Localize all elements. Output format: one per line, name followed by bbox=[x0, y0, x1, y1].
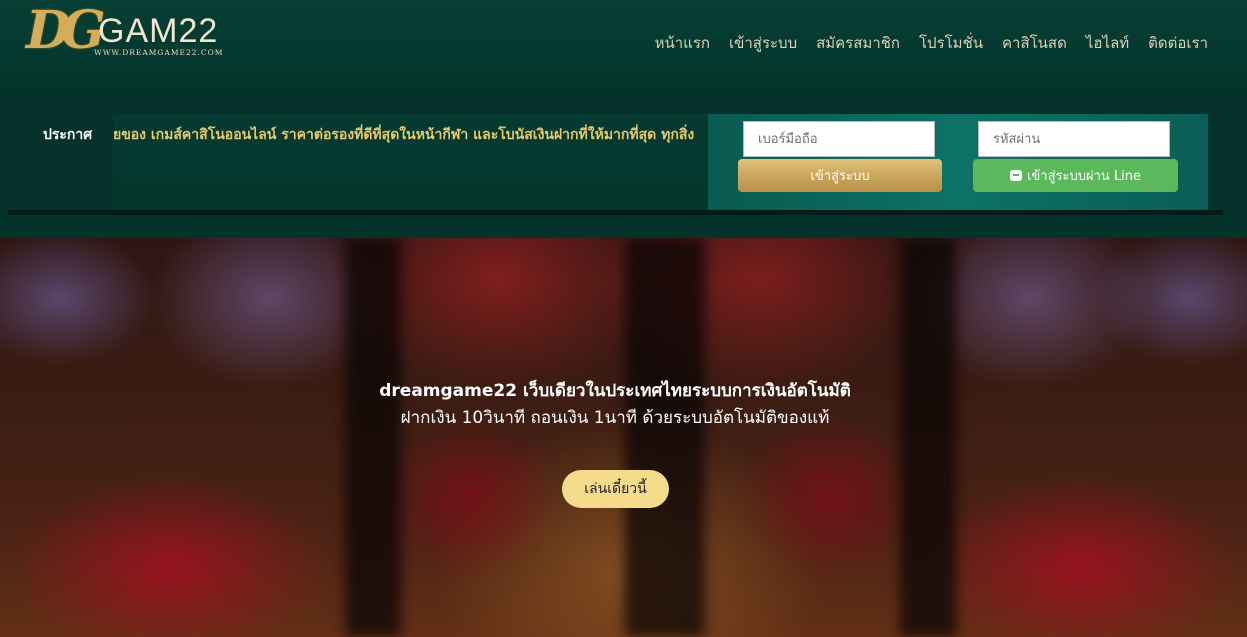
phone-input[interactable] bbox=[743, 121, 935, 157]
line-chat-icon bbox=[1009, 170, 1022, 181]
logo-monogram: DG bbox=[26, 0, 105, 61]
nav-login[interactable]: เข้าสู่ระบบ bbox=[729, 31, 797, 55]
nav-promotions[interactable]: โปรโมชั่น bbox=[919, 31, 983, 55]
line-login-button[interactable]: เข้าสู่ระบบผ่าน Line bbox=[973, 159, 1178, 192]
announcement-label: ประกาศ bbox=[43, 127, 93, 143]
site-logo[interactable]: DG GAM22 WWW.DREAMGAME22.COM bbox=[24, 0, 254, 80]
top-header: DG GAM22 WWW.DREAMGAME22.COM หน้าแรก เข้… bbox=[0, 0, 1247, 92]
announcement-text: ยของ เกมส์คาสิโนออนไลน์ ราคาต่อรองที่ดีท… bbox=[113, 127, 695, 143]
divider bbox=[8, 210, 1223, 215]
password-input[interactable] bbox=[978, 121, 1170, 157]
nav-live-casino[interactable]: คาสิโนสด bbox=[1002, 31, 1067, 55]
hero-overlay bbox=[0, 238, 1247, 637]
main-nav: หน้าแรก เข้าสู่ระบบ สมัครสมาชิก โปรโมชั่… bbox=[655, 31, 1208, 55]
login-panel: เข้าสู่ระบบ เข้าสู่ระบบผ่าน Line bbox=[708, 114, 1208, 210]
nav-highlights[interactable]: ไฮไลท์ bbox=[1086, 31, 1129, 55]
hero-title: dreamgame22 เว็บเดียวในประเทศไทยระบบการเ… bbox=[379, 381, 851, 401]
logo-url: WWW.DREAMGAME22.COM bbox=[94, 48, 224, 57]
announcement-band: ประกาศ ยของ เกมส์คาสิโนออนไลน์ ราคาต่อรอ… bbox=[0, 92, 1247, 238]
login-button[interactable]: เข้าสู่ระบบ bbox=[738, 159, 942, 192]
nav-contact[interactable]: ติดต่อเรา bbox=[1148, 31, 1208, 55]
line-login-label: เข้าสู่ระบบผ่าน Line bbox=[1026, 169, 1142, 184]
nav-home[interactable]: หน้าแรก bbox=[655, 31, 710, 55]
hero-banner: dreamgame22 เว็บเดียวในประเทศไทยระบบการเ… bbox=[0, 238, 1247, 637]
announcement-marquee: ยของ เกมส์คาสิโนออนไลน์ ราคาต่อรองที่ดีท… bbox=[113, 114, 708, 210]
hero-subtitle: ฝากเงิน 10วินาที ถอนเงิน 1นาที ด้วยระบบอ… bbox=[400, 408, 830, 428]
play-now-button[interactable]: เล่นเดี๋ยวนี้ bbox=[562, 470, 669, 508]
nav-register[interactable]: สมัครสมาชิก bbox=[816, 31, 900, 55]
logo-name: GAM22 bbox=[98, 12, 219, 50]
